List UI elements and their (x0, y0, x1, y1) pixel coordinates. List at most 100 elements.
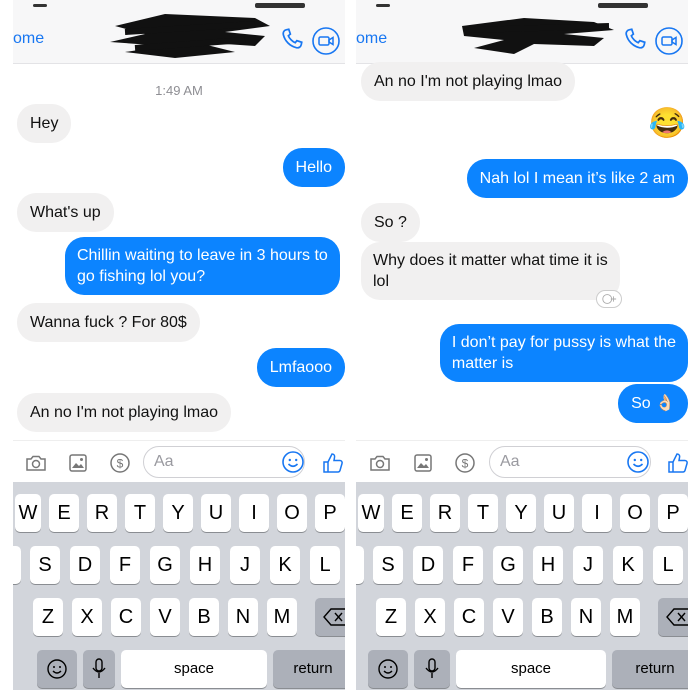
key-k[interactable]: K (270, 546, 300, 584)
key-u[interactable]: U (201, 494, 231, 532)
emoji-icon[interactable] (281, 450, 305, 474)
key-s[interactable]: S (373, 546, 403, 584)
key-w[interactable]: W (358, 494, 384, 532)
key-b[interactable]: B (189, 598, 219, 636)
key-h[interactable]: H (533, 546, 563, 584)
outgoing-message[interactable]: I don’t pay for pussy is what the matter… (439, 324, 688, 382)
status-bar (356, 0, 688, 14)
like-icon[interactable] (321, 451, 345, 475)
image-icon[interactable] (411, 451, 435, 475)
keyboard: W E R T Y U I O P A S D F G H J K L Z X … (13, 482, 345, 690)
key-z[interactable]: Z (33, 598, 63, 636)
outgoing-message[interactable]: Nah lol I mean it’s like 2 am (466, 159, 688, 198)
key-p[interactable]: P (315, 494, 345, 532)
key-g[interactable]: G (493, 546, 523, 584)
key-m[interactable]: M (610, 598, 640, 636)
key-o[interactable]: O (277, 494, 307, 532)
phone-icon[interactable] (279, 26, 305, 52)
emoji-keyboard-icon (378, 659, 398, 679)
emoji-keyboard-key[interactable] (37, 650, 77, 688)
camera-icon[interactable] (24, 451, 48, 475)
incoming-message[interactable]: Hey (17, 104, 72, 143)
space-key[interactable]: space (456, 650, 606, 688)
return-key[interactable]: return (612, 650, 688, 688)
space-key[interactable]: space (121, 650, 267, 688)
key-g[interactable]: G (150, 546, 180, 584)
key-e[interactable]: E (392, 494, 422, 532)
key-f[interactable]: F (453, 546, 483, 584)
composer-bar: $ (356, 440, 688, 482)
key-e[interactable]: E (49, 494, 79, 532)
key-i[interactable]: I (239, 494, 269, 532)
key-a[interactable]: A (13, 546, 21, 584)
outgoing-message[interactable]: Lmfaooo (256, 348, 345, 387)
outgoing-message[interactable]: So 👌🏻 (618, 384, 688, 423)
key-j[interactable]: J (573, 546, 603, 584)
incoming-message[interactable]: An no I'm not playing lmao (361, 62, 576, 101)
like-icon[interactable] (666, 451, 688, 475)
key-i[interactable]: I (582, 494, 612, 532)
key-n[interactable]: N (571, 598, 601, 636)
key-c[interactable]: C (454, 598, 484, 636)
microphone-icon (425, 658, 439, 678)
return-key[interactable]: return (273, 650, 345, 688)
emoji-icon[interactable] (626, 450, 650, 474)
key-t[interactable]: T (468, 494, 498, 532)
key-s[interactable]: S (30, 546, 60, 584)
key-v[interactable]: V (493, 598, 523, 636)
video-call-icon[interactable] (311, 26, 341, 56)
key-o[interactable]: O (620, 494, 650, 532)
keyboard: W E R T Y U I O P A S D F G H J K L Z X … (356, 482, 688, 690)
incoming-message[interactable]: Wanna fuck ? For 80$ (17, 303, 200, 342)
key-n[interactable]: N (228, 598, 258, 636)
back-button[interactable]: ome (13, 30, 44, 48)
phone-icon[interactable] (622, 26, 648, 52)
key-m[interactable]: M (267, 598, 297, 636)
image-icon[interactable] (66, 451, 90, 475)
outgoing-message[interactable]: Chillin waiting to leave in 3 hours to g… (65, 237, 340, 295)
key-w[interactable]: W (15, 494, 41, 532)
key-y[interactable]: Y (506, 494, 536, 532)
key-x[interactable]: X (415, 598, 445, 636)
key-r[interactable]: R (430, 494, 460, 532)
key-b[interactable]: B (532, 598, 562, 636)
back-button[interactable]: ome (356, 30, 387, 48)
backspace-key[interactable] (315, 598, 345, 636)
incoming-message[interactable]: So ? (361, 203, 420, 242)
key-a[interactable]: A (356, 546, 364, 584)
key-t[interactable]: T (125, 494, 155, 532)
key-v[interactable]: V (150, 598, 180, 636)
dictation-key[interactable] (83, 650, 115, 688)
outgoing-message[interactable]: Hello (282, 148, 345, 187)
screenshot-collage: ome 1:49 AM Hey Hello What's up Chillin … (0, 0, 700, 700)
key-y[interactable]: Y (163, 494, 193, 532)
key-k[interactable]: K (613, 546, 643, 584)
message-timestamp: 1:49 AM (155, 83, 203, 98)
emoji-keyboard-key[interactable] (368, 650, 408, 688)
backspace-key[interactable] (658, 598, 688, 636)
incoming-message[interactable]: Why does it matter what time it is lol (361, 242, 620, 300)
key-p[interactable]: P (658, 494, 688, 532)
emoji-message[interactable]: 😂 (649, 107, 686, 141)
key-c[interactable]: C (111, 598, 141, 636)
key-d[interactable]: D (413, 546, 443, 584)
key-j[interactable]: J (230, 546, 260, 584)
video-call-icon[interactable] (654, 26, 684, 56)
add-reaction-icon[interactable] (596, 290, 622, 308)
key-x[interactable]: X (72, 598, 102, 636)
key-l[interactable]: L (310, 546, 340, 584)
key-z[interactable]: Z (376, 598, 406, 636)
key-d[interactable]: D (70, 546, 100, 584)
key-r[interactable]: R (87, 494, 117, 532)
redacted-contact-name (462, 18, 614, 54)
incoming-message[interactable]: What's up (17, 193, 114, 232)
key-f[interactable]: F (110, 546, 140, 584)
payment-icon[interactable]: $ (453, 451, 477, 475)
dictation-key[interactable] (414, 650, 450, 688)
incoming-message[interactable]: An no I'm not playing lmao (17, 393, 232, 432)
camera-icon[interactable] (368, 451, 392, 475)
key-h[interactable]: H (190, 546, 220, 584)
key-u[interactable]: U (544, 494, 574, 532)
payment-icon[interactable]: $ (108, 451, 132, 475)
key-l[interactable]: L (653, 546, 683, 584)
